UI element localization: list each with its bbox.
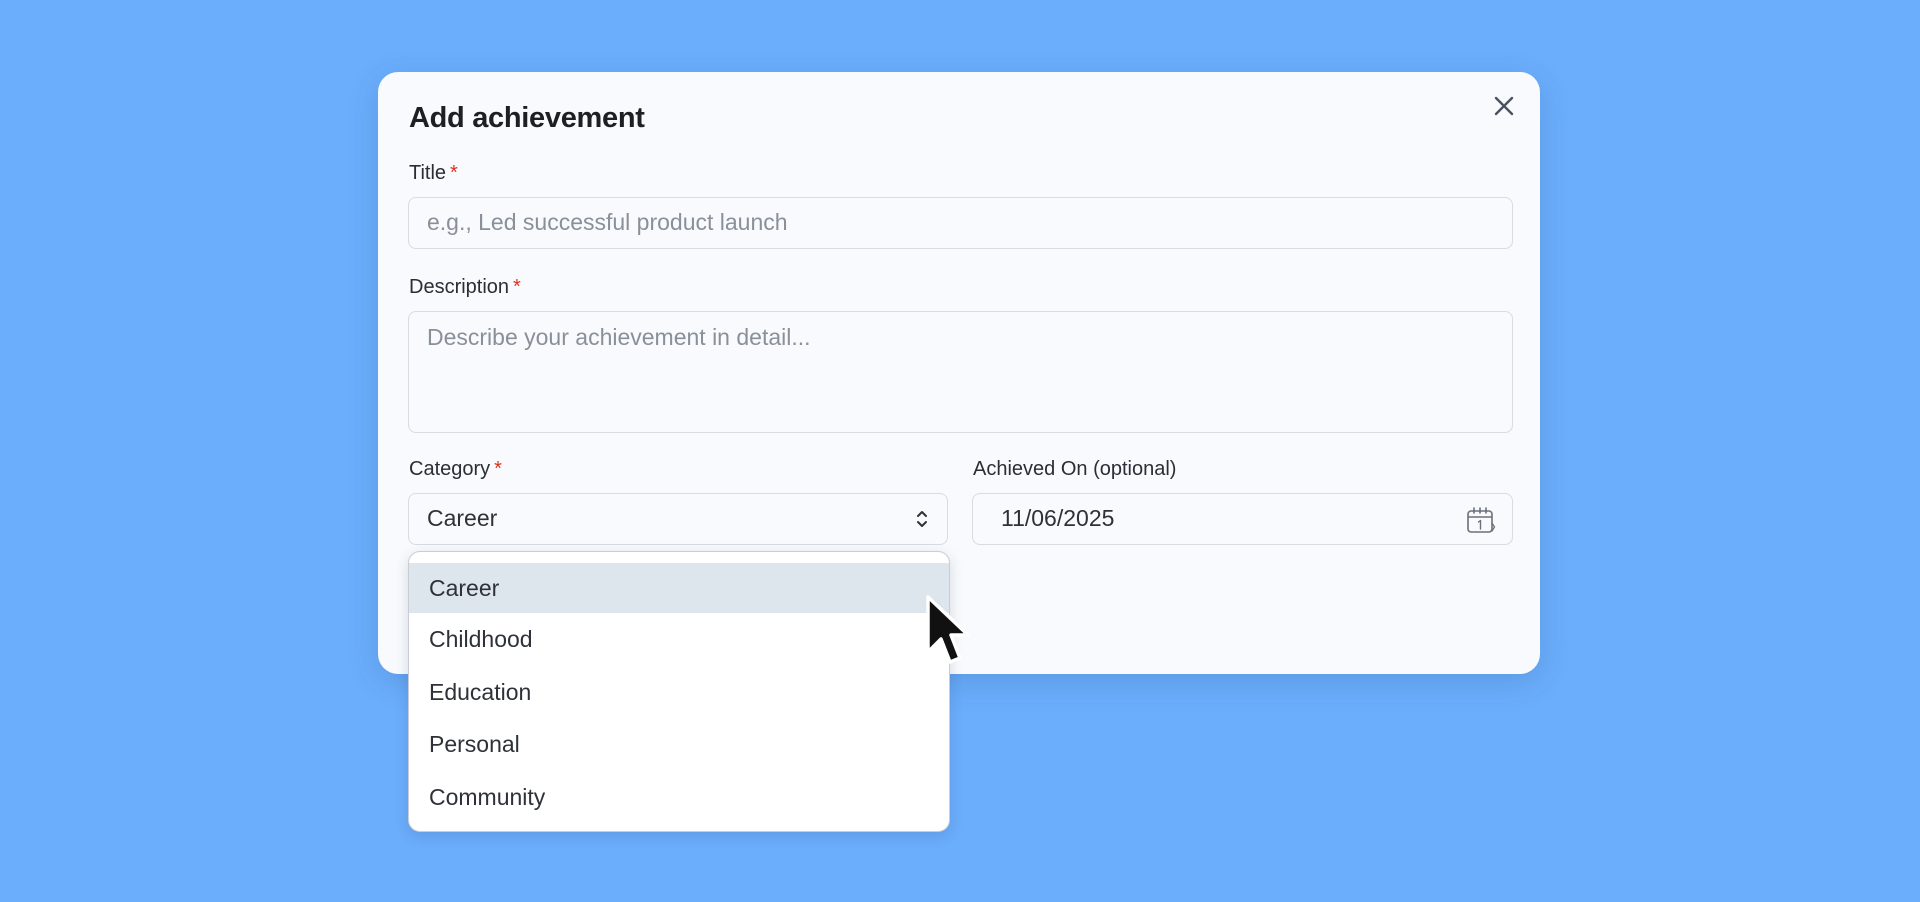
title-placeholder: e.g., Led successful product launch [427, 209, 788, 235]
title-input[interactable]: e.g., Led successful product launch [408, 197, 1513, 249]
calendar-icon[interactable] [1466, 506, 1496, 534]
category-option-career[interactable]: Career [409, 563, 949, 613]
category-required-mark: * [494, 458, 502, 480]
dialog-title: Add achievement [409, 102, 645, 134]
achieved-on-date-value: 11/06/2025 [1001, 505, 1115, 531]
category-label-text: Category [409, 458, 491, 480]
category-option-community[interactable]: Community [409, 771, 949, 824]
title-label-text: Title [409, 162, 447, 184]
achieved-on-date-input[interactable]: 11/06/2025 [972, 493, 1513, 545]
close-icon [1494, 96, 1514, 116]
category-option-childhood[interactable]: Childhood [409, 613, 949, 666]
description-label-text: Description [409, 276, 510, 298]
category-option-education[interactable]: Education [409, 666, 949, 719]
category-option-personal[interactable]: Personal [409, 718, 949, 771]
category-dropdown-list: Career Childhood Education Personal Comm… [408, 551, 950, 832]
achieved-on-label: Achieved On (optional) [973, 458, 1177, 480]
chevron-up-down-icon [917, 511, 927, 527]
title-required-mark: * [450, 162, 458, 184]
close-button[interactable] [1488, 90, 1520, 122]
description-required-mark: * [513, 276, 521, 298]
description-placeholder: Describe your achievement in detail... [427, 324, 811, 350]
category-select[interactable]: Career [408, 493, 948, 545]
description-label: Description * [409, 276, 521, 299]
category-selected-value: Career [427, 505, 498, 531]
description-textarea[interactable]: Describe your achievement in detail... [408, 311, 1513, 433]
category-label: Category * [409, 458, 502, 481]
title-label: Title * [409, 162, 458, 185]
